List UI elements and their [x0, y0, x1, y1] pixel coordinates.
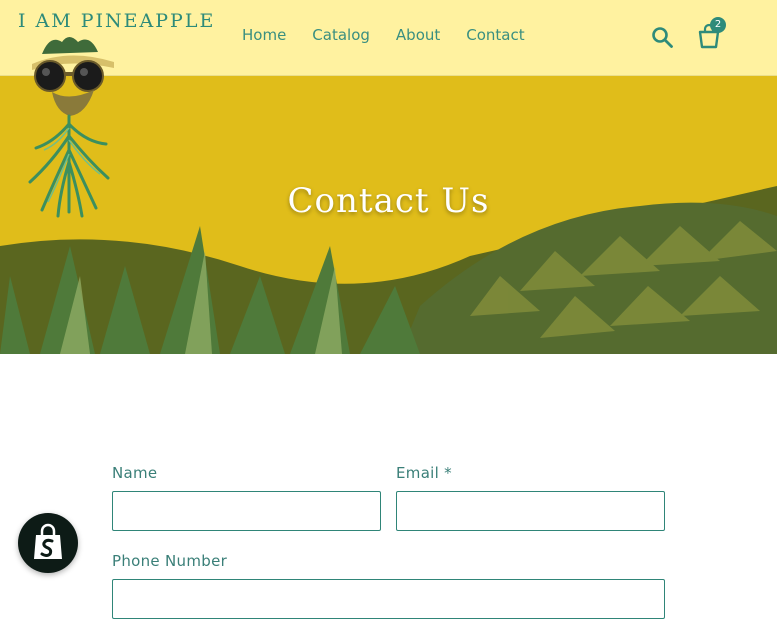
nav-home-link[interactable]: Home: [242, 26, 286, 44]
phone-input[interactable]: [112, 579, 665, 619]
main-nav: Home Catalog About Contact: [242, 26, 551, 44]
email-label: Email *: [396, 464, 452, 482]
phone-label: Phone Number: [112, 552, 228, 570]
email-input[interactable]: [396, 491, 665, 531]
nav-catalog-link[interactable]: Catalog: [312, 26, 370, 44]
shopify-chat-button[interactable]: [18, 513, 78, 573]
pineapple-logo-icon[interactable]: [14, 32, 124, 218]
name-label: Name: [112, 464, 158, 482]
nav-contact-link[interactable]: Contact: [466, 26, 524, 44]
shopify-bag-icon: [34, 523, 62, 559]
name-input[interactable]: [112, 491, 381, 531]
search-icon[interactable]: [650, 25, 674, 49]
brand-name[interactable]: I AM PINEAPPLE: [18, 10, 215, 32]
nav-about-link[interactable]: About: [396, 26, 440, 44]
cart-count-badge: 2: [710, 17, 726, 33]
